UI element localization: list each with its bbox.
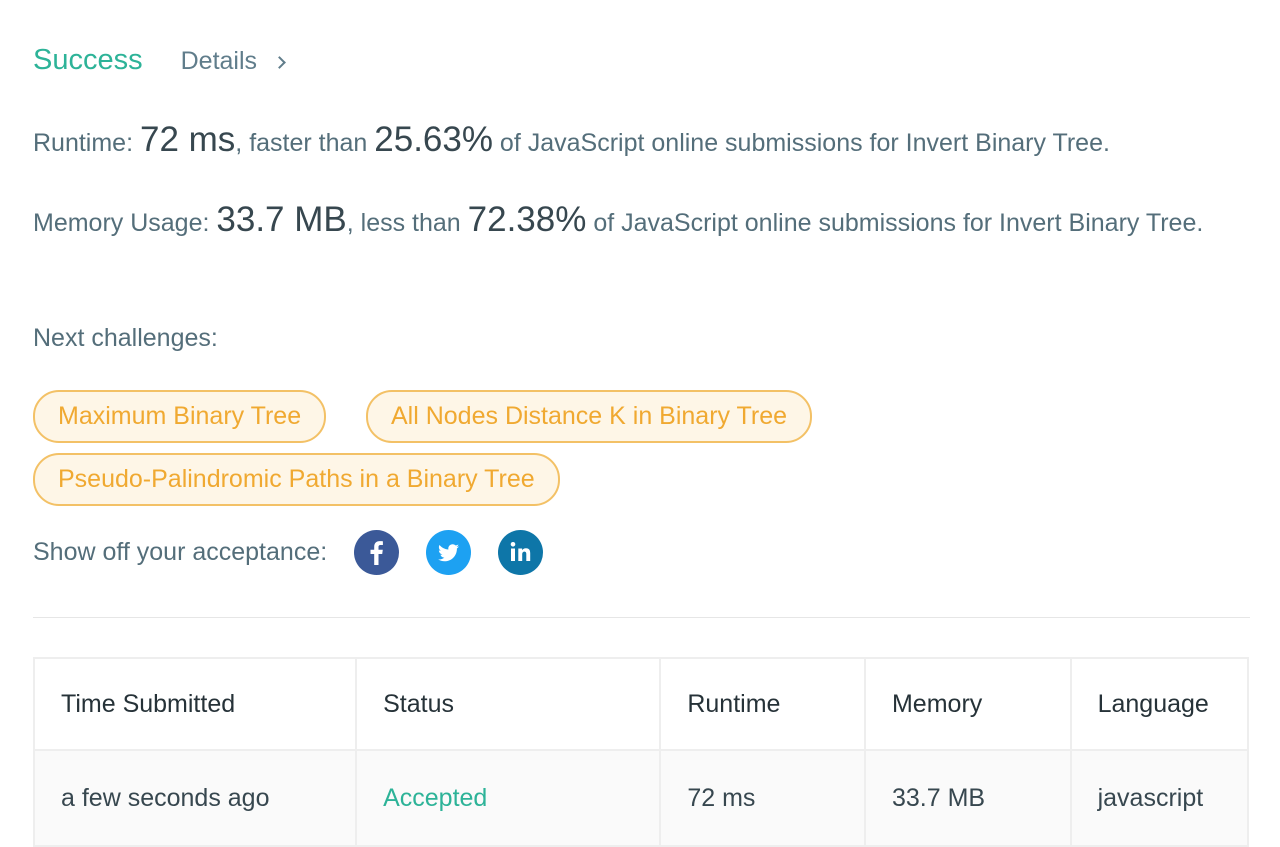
column-time-submitted: Time Submitted (32, 657, 358, 751)
column-language: Language (1069, 657, 1250, 751)
memory-stat: Memory Usage: 33.7 MB, less than 72.38% … (33, 200, 1213, 243)
challenge-chip-all-nodes-distance-k[interactable]: All Nodes Distance K in Binary Tree (366, 390, 813, 443)
facebook-glyph (370, 541, 384, 565)
cell-language: javascript (1069, 749, 1250, 847)
twitter-glyph (438, 544, 460, 562)
facebook-icon[interactable] (354, 530, 400, 575)
runtime-suffix: of JavaScript online submissions for Inv… (492, 129, 1110, 157)
submissions-table: Time Submitted Status Runtime Memory Lan… (32, 657, 1250, 847)
next-challenges-label: Next challenges: (33, 324, 218, 352)
result-header: Success Details (33, 44, 286, 77)
challenge-chip-pseudo-palindromic-paths[interactable]: Pseudo-Palindromic Paths in a Binary Tre… (33, 453, 560, 506)
twitter-icon[interactable] (426, 530, 472, 575)
runtime-comparison: , faster than (235, 129, 375, 157)
table-row: a few seconds ago Accepted 72 ms 33.7 MB… (32, 749, 1250, 847)
share-row: Show off your acceptance: (33, 530, 544, 575)
column-runtime: Runtime (659, 657, 866, 751)
linkedin-glyph (510, 542, 531, 561)
linkedin-icon[interactable] (498, 530, 544, 575)
cell-status-link[interactable]: Accepted (355, 749, 662, 847)
runtime-stat: Runtime: 72 ms, faster than 25.63% of Ja… (33, 120, 1243, 163)
runtime-percent: 25.63% (374, 120, 493, 159)
table-header-row: Time Submitted Status Runtime Memory Lan… (32, 657, 1250, 751)
cell-memory: 33.7 MB (863, 749, 1072, 847)
memory-label: Memory Usage: (33, 209, 217, 237)
details-label: Details (180, 47, 258, 75)
runtime-label: Runtime: (33, 129, 140, 157)
cell-runtime: 72 ms (659, 749, 866, 847)
challenge-chip-maximum-binary-tree[interactable]: Maximum Binary Tree (33, 390, 327, 443)
memory-comparison: , less than (346, 209, 468, 237)
status-success: Success (33, 44, 143, 76)
memory-value: 33.7 MB (216, 200, 347, 239)
cell-time-submitted: a few seconds ago (32, 749, 358, 847)
details-link[interactable]: Details (180, 47, 286, 76)
chevron-right-icon (273, 56, 286, 69)
memory-suffix: of JavaScript online submissions for Inv… (586, 209, 1204, 237)
column-status: Status (355, 657, 662, 751)
share-label: Show off your acceptance: (33, 538, 328, 566)
divider (33, 617, 1250, 618)
column-memory: Memory (863, 657, 1072, 751)
memory-percent: 72.38% (467, 200, 587, 239)
runtime-value: 72 ms (139, 120, 236, 159)
